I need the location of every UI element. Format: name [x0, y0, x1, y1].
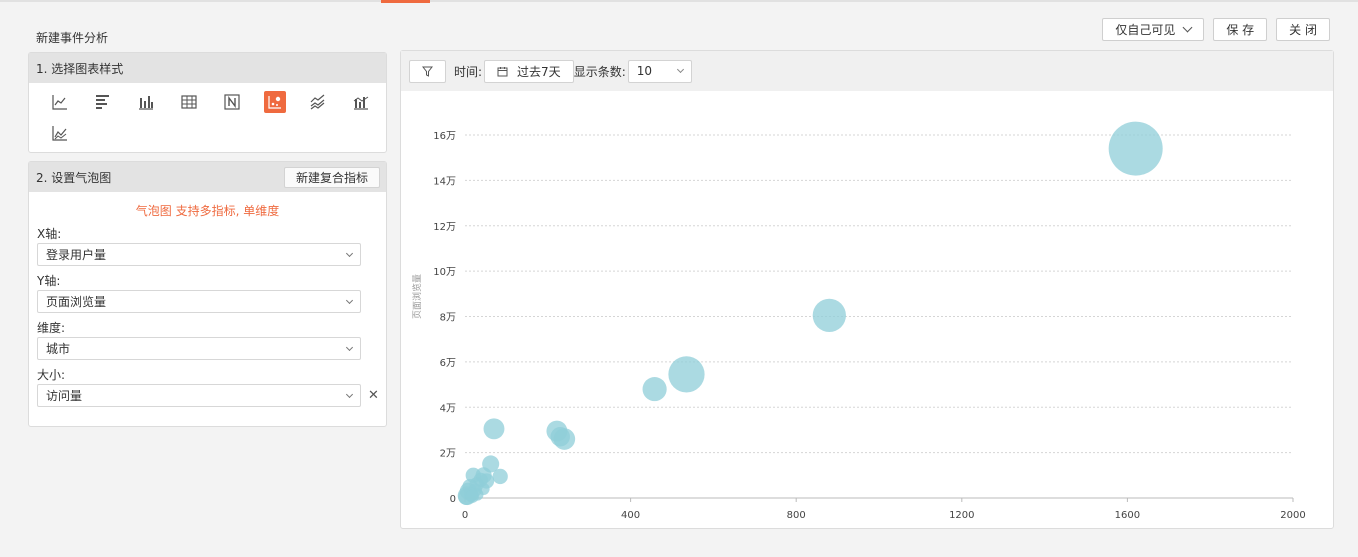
chevron-down-icon	[345, 296, 354, 304]
x-axis-row: 登录用户量	[37, 243, 386, 266]
y-axis-value: 页面浏览量	[46, 295, 107, 309]
line-chart-icon[interactable]	[49, 91, 71, 113]
x-tick-label: 800	[787, 510, 806, 521]
y-tick-label: 10万	[433, 267, 456, 278]
chart-style-title: 1. 选择图表样式	[36, 61, 124, 76]
calendar-icon	[497, 66, 508, 76]
bubble-point	[812, 298, 846, 333]
bubble-point	[642, 377, 667, 402]
y-axis-row: 页面浏览量	[37, 290, 386, 313]
bubble-chart-icon[interactable]	[264, 91, 286, 113]
x-tick-label: 2000	[1280, 510, 1305, 521]
y-tick-label: 4万	[440, 403, 456, 414]
time-label: 时间:	[454, 64, 483, 79]
page-title: 新建事件分析	[36, 31, 109, 45]
bubble-point	[668, 356, 705, 393]
dimension-row: 城市	[37, 337, 386, 360]
x-axis-label: X轴:	[37, 227, 62, 241]
dimension-label: 维度:	[37, 321, 66, 335]
bubble-settings-header: 2. 设置气泡图 新建复合指标	[29, 162, 386, 192]
bar-chart-icon[interactable]	[135, 91, 157, 113]
y-tick-label: 0	[450, 494, 456, 505]
chart-panel: 时间: 过去7天 显示条数: 10 0 2万 4万 6万 8万 10万 12万 14万 16万 0…	[400, 50, 1334, 529]
chevron-down-icon	[676, 65, 684, 74]
visibility-label: 仅自己可见	[1115, 23, 1176, 37]
stacked-line-icon[interactable]	[307, 91, 329, 113]
chevron-down-icon	[345, 390, 354, 398]
chart-type-icons	[29, 83, 386, 144]
count-select[interactable]: 10	[627, 59, 692, 83]
chart-style-header: 1. 选择图表样式	[29, 53, 386, 83]
x-tick-label: 400	[621, 510, 640, 521]
y-tick-label: 8万	[440, 313, 456, 324]
chevron-down-icon	[345, 249, 354, 257]
active-tab-indicator	[381, 0, 430, 3]
y-tick-label: 2万	[440, 449, 456, 460]
y-axis-select[interactable]: 页面浏览量	[37, 290, 361, 313]
bubble-point	[1108, 121, 1163, 176]
size-select[interactable]: 访问量	[37, 384, 361, 407]
new-composite-metric-button[interactable]: 新建复合指标	[283, 166, 380, 188]
top-border	[0, 0, 1358, 2]
area-line-icon[interactable]	[49, 122, 71, 144]
bubble-settings-title: 2. 设置气泡图	[36, 170, 112, 185]
bubble-note: 气泡图 支持多指标, 单维度	[135, 204, 280, 218]
y-axis-title: 页面浏览量	[411, 274, 423, 319]
x-tick-label: 1600	[1115, 510, 1140, 521]
count-value: 10	[636, 64, 653, 78]
chart-toolbar: 时间: 过去7天 显示条数: 10	[401, 51, 1333, 91]
bubble-chart: 0 2万 4万 6万 8万 10万 12万 14万 16万 0 400 800 1200 1600 2000…	[411, 121, 1306, 521]
y-tick-label: 14万	[433, 176, 456, 187]
size-value: 访问量	[46, 389, 83, 403]
y-tick-label: 16万	[433, 131, 456, 142]
chevron-down-icon	[345, 343, 354, 351]
x-axis-value: 登录用户量	[46, 248, 107, 262]
filter-icon	[422, 66, 433, 77]
x-tick-label: 1200	[949, 510, 974, 521]
remove-size-icon[interactable]: ✕	[368, 388, 379, 403]
date-range-value: 过去7天	[517, 64, 561, 79]
bubble-point	[465, 489, 480, 503]
y-tick-label: 12万	[433, 222, 456, 233]
bubble-point	[550, 427, 570, 447]
size-label: 大小:	[37, 368, 66, 382]
bubble-point	[492, 468, 508, 485]
stacked-bar-icon[interactable]	[350, 91, 372, 113]
bubble-point	[483, 418, 505, 440]
horizontal-bar-icon[interactable]	[92, 91, 114, 113]
table-icon[interactable]	[178, 91, 200, 113]
y-tick-label: 6万	[440, 358, 456, 369]
count-label: 显示条数:	[573, 64, 626, 79]
close-button[interactable]: 关 闭	[1276, 18, 1330, 41]
visibility-dropdown[interactable]: 仅自己可见	[1102, 18, 1205, 41]
dimension-select[interactable]: 城市	[37, 337, 361, 360]
size-row: 访问量 ✕	[37, 384, 386, 407]
y-axis-label: Y轴:	[37, 274, 61, 288]
chart-style-panel: 1. 选择图表样式	[28, 52, 387, 153]
x-axis-select[interactable]: 登录用户量	[37, 243, 361, 266]
date-range-picker[interactable]: 过去7天	[484, 59, 574, 83]
dimension-value: 城市	[46, 342, 71, 356]
filter-button[interactable]	[409, 59, 446, 83]
top-actions: 仅自己可见 保 存 关 闭	[1102, 18, 1330, 41]
chevron-down-icon	[1182, 22, 1193, 33]
bubble-settings-panel: 2. 设置气泡图 新建复合指标 气泡图 支持多指标, 单维度 X轴: 登录用户量…	[28, 161, 387, 427]
save-button[interactable]: 保 存	[1213, 18, 1268, 41]
x-tick-label: 0	[462, 510, 468, 521]
number-icon[interactable]	[221, 91, 243, 113]
